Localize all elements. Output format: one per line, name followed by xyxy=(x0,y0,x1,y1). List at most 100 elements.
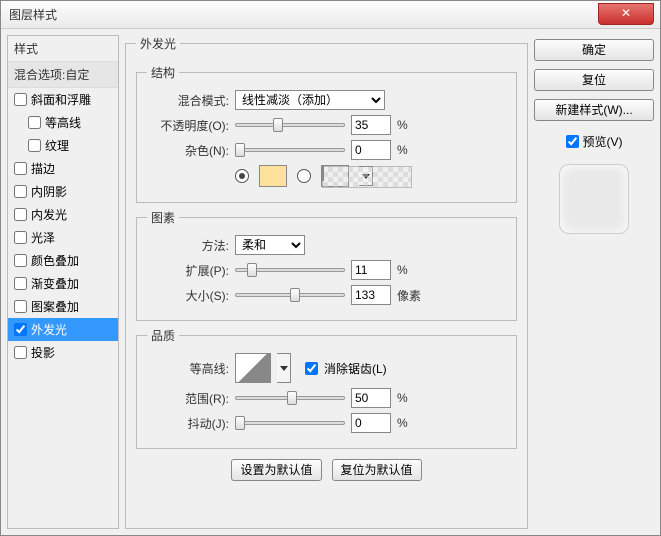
ok-button[interactable]: 确定 xyxy=(534,39,654,61)
contour-label: 等高线: xyxy=(147,360,229,377)
sidebar-label-9: 图案叠加 xyxy=(31,298,79,315)
spread-slider[interactable] xyxy=(235,261,345,279)
sidebar-label-11: 投影 xyxy=(31,344,55,361)
sidebar-item-7[interactable]: 颜色叠加 xyxy=(8,249,118,272)
size-slider[interactable] xyxy=(235,286,345,304)
jitter-slider[interactable] xyxy=(235,414,345,432)
sidebar-label-5: 内发光 xyxy=(31,206,67,223)
opacity-label: 不透明度(O): xyxy=(147,117,229,134)
sidebar-item-10[interactable]: 外发光 xyxy=(8,318,118,341)
sidebar-label-3: 描边 xyxy=(31,160,55,177)
sidebar-item-2[interactable]: 纹理 xyxy=(8,134,118,157)
sidebar-item-6[interactable]: 光泽 xyxy=(8,226,118,249)
jitter-input[interactable] xyxy=(351,413,391,433)
range-input[interactable] xyxy=(351,388,391,408)
sidebar-checkbox-2[interactable] xyxy=(28,139,41,152)
close-icon: ✕ xyxy=(621,6,631,20)
sidebar-item-5[interactable]: 内发光 xyxy=(8,203,118,226)
opacity-unit: % xyxy=(397,118,408,132)
gradient-fill xyxy=(322,165,324,181)
window-title: 图层样式 xyxy=(9,6,57,23)
quality-title: 品质 xyxy=(147,327,179,344)
spread-label: 扩展(P): xyxy=(147,262,229,279)
preview-label: 预览(V) xyxy=(583,133,623,150)
structure-title: 结构 xyxy=(147,64,179,81)
sidebar-label-4: 内阴影 xyxy=(31,183,67,200)
method-label: 方法: xyxy=(147,237,229,254)
sidebar-label-10: 外发光 xyxy=(31,321,67,338)
sidebar-checkbox-4[interactable] xyxy=(14,185,27,198)
sidebar-label-8: 渐变叠加 xyxy=(31,275,79,292)
sidebar-item-4[interactable]: 内阴影 xyxy=(8,180,118,203)
sidebar-item-9[interactable]: 图案叠加 xyxy=(8,295,118,318)
sidebar-checkbox-1[interactable] xyxy=(28,116,41,129)
sidebar-label-1: 等高线 xyxy=(45,114,81,131)
layer-style-dialog: 图层样式 ✕ 样式 混合选项:自定 斜面和浮雕等高线纹理描边内阴影内发光光泽颜色… xyxy=(0,0,661,536)
sidebar-checkbox-10[interactable] xyxy=(14,323,27,336)
preview-checkbox[interactable] xyxy=(566,135,579,148)
range-slider[interactable] xyxy=(235,389,345,407)
main-panel: 外发光 结构 混合模式: 线性减淡（添加） 不透明度(O): % xyxy=(125,35,528,529)
cancel-button[interactable]: 复位 xyxy=(534,69,654,91)
blend-mode-select[interactable]: 线性减淡（添加） xyxy=(235,90,385,110)
contour-picker[interactable] xyxy=(235,353,271,383)
reset-default-button[interactable]: 复位为默认值 xyxy=(332,459,422,481)
sidebar-label-7: 颜色叠加 xyxy=(31,252,79,269)
styles-sidebar: 样式 混合选项:自定 斜面和浮雕等高线纹理描边内阴影内发光光泽颜色叠加渐变叠加图… xyxy=(7,35,119,529)
sidebar-item-8[interactable]: 渐变叠加 xyxy=(8,272,118,295)
sidebar-checkbox-0[interactable] xyxy=(14,93,27,106)
preview-thumbnail xyxy=(559,164,629,234)
noise-input[interactable] xyxy=(351,140,391,160)
set-default-button[interactable]: 设置为默认值 xyxy=(231,459,321,481)
sidebar-checkbox-9[interactable] xyxy=(14,300,27,313)
range-unit: % xyxy=(397,391,408,405)
sidebar-checkbox-7[interactable] xyxy=(14,254,27,267)
close-button[interactable]: ✕ xyxy=(598,3,654,25)
sidebar-label-6: 光泽 xyxy=(31,229,55,246)
jitter-label: 抖动(J): xyxy=(147,415,229,432)
sidebar-label-2: 纹理 xyxy=(45,137,69,154)
spread-unit: % xyxy=(397,263,408,277)
contour-dropdown-icon[interactable] xyxy=(277,353,291,383)
sidebar-item-1[interactable]: 等高线 xyxy=(8,111,118,134)
sidebar-item-11[interactable]: 投影 xyxy=(8,341,118,364)
sidebar-label-0: 斜面和浮雕 xyxy=(31,91,91,108)
sidebar-item-0[interactable]: 斜面和浮雕 xyxy=(8,88,118,111)
titlebar: 图层样式 ✕ xyxy=(1,1,660,29)
noise-unit: % xyxy=(397,143,408,157)
sidebar-checkbox-8[interactable] xyxy=(14,277,27,290)
sidebar-item-3[interactable]: 描边 xyxy=(8,157,118,180)
color-swatch[interactable] xyxy=(259,165,287,187)
sidebar-checkbox-11[interactable] xyxy=(14,346,27,359)
element-group: 图素 方法: 柔和 扩展(P): % 大小(S): xyxy=(136,209,517,321)
gradient-swatch[interactable] xyxy=(321,165,349,187)
sidebar-checkbox-3[interactable] xyxy=(14,162,27,175)
sidebar-header: 样式 xyxy=(8,36,118,62)
spread-input[interactable] xyxy=(351,260,391,280)
color-solid-radio[interactable] xyxy=(235,169,249,183)
structure-group: 结构 混合模式: 线性减淡（添加） 不透明度(O): % 杂色 xyxy=(136,64,517,203)
sidebar-checkbox-6[interactable] xyxy=(14,231,27,244)
sidebar-subheader[interactable]: 混合选项:自定 xyxy=(8,62,118,88)
color-gradient-radio[interactable] xyxy=(297,169,311,183)
method-select[interactable]: 柔和 xyxy=(235,235,305,255)
size-input[interactable] xyxy=(351,285,391,305)
jitter-unit: % xyxy=(397,416,408,430)
checker-bg xyxy=(322,166,412,188)
blend-mode-label: 混合模式: xyxy=(147,92,229,109)
element-title: 图素 xyxy=(147,209,179,226)
antialias-label: 消除锯齿(L) xyxy=(324,360,387,377)
new-style-button[interactable]: 新建样式(W)... xyxy=(534,99,654,121)
noise-slider[interactable] xyxy=(235,141,345,159)
opacity-slider[interactable] xyxy=(235,116,345,134)
opacity-input[interactable] xyxy=(351,115,391,135)
antialias-checkbox[interactable] xyxy=(305,362,318,375)
noise-label: 杂色(N): xyxy=(147,142,229,159)
range-label: 范围(R): xyxy=(147,390,229,407)
main-title: 外发光 xyxy=(136,35,180,52)
quality-group: 品质 等高线: 消除锯齿(L) 范围(R): % 抖动(J): xyxy=(136,327,517,449)
size-label: 大小(S): xyxy=(147,287,229,304)
size-unit: 像素 xyxy=(397,287,421,304)
right-panel: 确定 复位 新建样式(W)... 预览(V) xyxy=(534,35,654,529)
sidebar-checkbox-5[interactable] xyxy=(14,208,27,221)
